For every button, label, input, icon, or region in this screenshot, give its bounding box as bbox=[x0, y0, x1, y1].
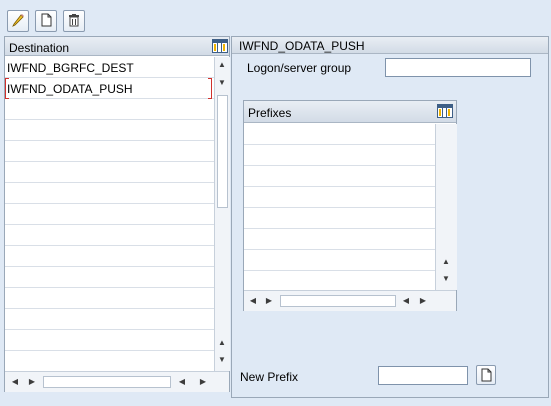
edit-button[interactable] bbox=[7, 10, 29, 32]
row-label: IWFND_BGRFC_DEST bbox=[7, 61, 134, 75]
scroll-down-icon[interactable]: ▼ bbox=[217, 79, 227, 87]
table-row[interactable] bbox=[244, 124, 435, 145]
logon-server-group-input[interactable] bbox=[385, 58, 531, 77]
scroll-down-icon[interactable]: ▼ bbox=[217, 356, 227, 364]
horizontal-scrollbar[interactable]: ◀ ▶ ◀ ▶ bbox=[5, 371, 229, 392]
table-row[interactable] bbox=[244, 250, 435, 271]
prefixes-column-header[interactable]: Prefixes bbox=[248, 106, 291, 120]
table-row[interactable] bbox=[5, 120, 214, 141]
prefixes-table: Prefixes ▲ ▼ ◀ ▶ ◀ ▶ bbox=[243, 100, 457, 311]
detail-title: IWFND_ODATA_PUSH bbox=[239, 39, 365, 53]
add-prefix-button[interactable] bbox=[476, 365, 496, 385]
scroll-right-icon[interactable]: ▶ bbox=[27, 378, 37, 386]
scroll-down-icon[interactable]: ▼ bbox=[441, 275, 451, 283]
table-row[interactable] bbox=[5, 351, 214, 371]
table-row[interactable] bbox=[244, 229, 435, 250]
table-row[interactable] bbox=[5, 141, 214, 162]
logon-server-group-label: Logon/server group bbox=[247, 61, 352, 75]
scroll-right-icon[interactable]: ▶ bbox=[198, 378, 208, 386]
scroll-left-icon[interactable]: ◀ bbox=[10, 378, 20, 386]
table-row[interactable] bbox=[244, 187, 435, 208]
destination-column-header[interactable]: Destination bbox=[9, 41, 69, 55]
table-row[interactable] bbox=[5, 288, 214, 309]
table-row[interactable] bbox=[244, 166, 435, 187]
scroll-left-icon[interactable]: ◀ bbox=[401, 297, 411, 305]
scroll-thumb[interactable] bbox=[280, 295, 396, 307]
table-row[interactable] bbox=[244, 208, 435, 229]
new-prefix-label: New Prefix bbox=[240, 370, 299, 384]
pencil-icon bbox=[11, 13, 25, 30]
table-row[interactable] bbox=[5, 330, 214, 351]
prefixes-header: Prefixes bbox=[244, 101, 456, 123]
destination-rows: IWFND_BGRFC_DEST IWFND_ODATA_PUSH bbox=[5, 57, 214, 371]
table-row-selected[interactable]: IWFND_ODATA_PUSH bbox=[5, 78, 214, 99]
scroll-up-icon[interactable]: ▲ bbox=[217, 61, 227, 69]
layout-settings-icon[interactable] bbox=[212, 39, 228, 53]
delete-button[interactable] bbox=[63, 10, 85, 32]
selection-marker bbox=[208, 78, 212, 99]
table-row[interactable] bbox=[5, 183, 214, 204]
new-prefix-input[interactable] bbox=[378, 366, 468, 385]
table-row[interactable] bbox=[244, 271, 435, 290]
detail-panel: IWFND_ODATA_PUSH Logon/server group Pref… bbox=[231, 36, 549, 398]
table-row[interactable] bbox=[5, 99, 214, 120]
vertical-scrollbar[interactable]: ▲ ▼ bbox=[435, 124, 457, 290]
new-document-icon bbox=[39, 13, 53, 30]
prefixes-rows bbox=[244, 124, 435, 290]
new-document-icon bbox=[479, 368, 493, 385]
scroll-up-icon[interactable]: ▲ bbox=[441, 258, 451, 266]
table-row[interactable] bbox=[5, 162, 214, 183]
layout-settings-icon[interactable] bbox=[437, 104, 453, 118]
table-row[interactable] bbox=[5, 204, 214, 225]
scroll-right-icon[interactable]: ▶ bbox=[264, 297, 274, 305]
row-label: IWFND_ODATA_PUSH bbox=[7, 82, 133, 96]
detail-header: IWFND_ODATA_PUSH bbox=[232, 37, 548, 54]
table-row[interactable] bbox=[5, 267, 214, 288]
table-row[interactable] bbox=[5, 309, 214, 330]
scroll-thumb[interactable] bbox=[43, 376, 171, 388]
destination-header: Destination bbox=[5, 37, 229, 56]
table-row[interactable] bbox=[244, 145, 435, 166]
table-row[interactable] bbox=[5, 246, 214, 267]
table-row[interactable] bbox=[5, 225, 214, 246]
destination-table: Destination IWFND_BGRFC_DEST IWFND_ODATA… bbox=[4, 36, 230, 392]
scroll-right-icon[interactable]: ▶ bbox=[418, 297, 428, 305]
scroll-left-icon[interactable]: ◀ bbox=[177, 378, 187, 386]
horizontal-scrollbar[interactable]: ◀ ▶ ◀ ▶ bbox=[244, 290, 456, 311]
scroll-left-icon[interactable]: ◀ bbox=[248, 297, 258, 305]
trash-icon bbox=[67, 13, 81, 30]
vertical-scrollbar[interactable]: ▲ ▼ ▲ ▼ bbox=[214, 57, 230, 371]
table-row[interactable]: IWFND_BGRFC_DEST bbox=[5, 57, 214, 78]
scroll-up-icon[interactable]: ▲ bbox=[217, 339, 227, 347]
scroll-thumb[interactable] bbox=[217, 95, 228, 208]
create-button[interactable] bbox=[35, 10, 57, 32]
